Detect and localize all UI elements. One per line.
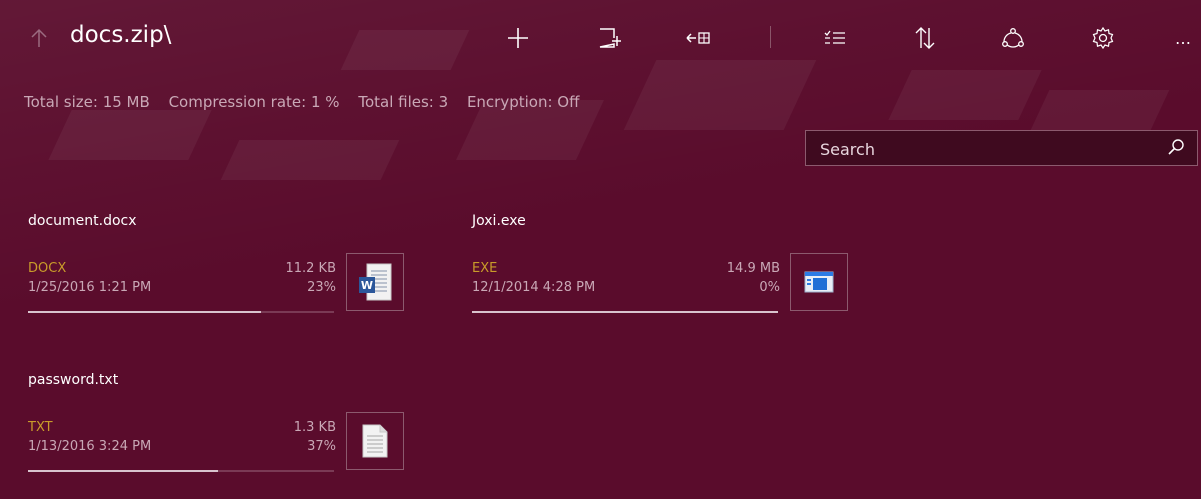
file-date: 12/1/2014 4:28 PM: [472, 280, 596, 295]
new-item-icon[interactable]: [594, 14, 624, 62]
file-progress-bar: [28, 470, 334, 472]
file-size: 1.3 KB: [293, 420, 336, 435]
share-icon[interactable]: [998, 14, 1028, 62]
word-document-icon: W: [346, 253, 404, 311]
file-name: document.docx: [28, 213, 137, 229]
select-all-icon[interactable]: [820, 14, 850, 62]
search-input[interactable]: [806, 131, 1152, 167]
background-shard: [1030, 90, 1170, 130]
file-type: TXT: [28, 420, 53, 435]
add-icon[interactable]: [503, 14, 533, 62]
sort-icon[interactable]: [910, 14, 940, 62]
file-compression-percent: 0%: [759, 280, 780, 295]
file-name: Joxi.exe: [472, 213, 526, 229]
toolbar: docs.zip\ …: [0, 0, 1201, 80]
archive-info: Total size: 15 MB Compression rate: 1 % …: [24, 93, 593, 111]
background-shard: [220, 140, 400, 180]
file-type: DOCX: [28, 261, 67, 276]
archive-title: docs.zip\: [70, 22, 172, 48]
total-files: Total files: 3: [358, 93, 449, 111]
file-compression-percent: 23%: [307, 280, 336, 295]
file-progress-bar: [472, 311, 778, 313]
application-icon: [790, 253, 848, 311]
total-size: Total size: 15 MB: [24, 93, 150, 111]
extract-icon[interactable]: [683, 14, 715, 62]
svg-text:W: W: [361, 279, 373, 292]
file-compression-percent: 37%: [307, 439, 336, 454]
up-arrow-icon[interactable]: [24, 14, 54, 62]
file-type: EXE: [472, 261, 498, 276]
search-icon[interactable]: [1165, 137, 1187, 159]
toolbar-separator: [770, 26, 771, 48]
file-progress-bar: [28, 311, 334, 313]
more-icon[interactable]: …: [1168, 14, 1198, 62]
search-box: [805, 130, 1198, 167]
file-item-joxi[interactable]: Joxi.exe EXE 12/1/2014 4:28 PM 14.9 MB 0…: [472, 213, 852, 323]
background-shard: [48, 110, 212, 160]
file-name: password.txt: [28, 372, 119, 388]
file-date: 1/25/2016 1:21 PM: [28, 280, 152, 295]
compression-rate: Compression rate: 1 %: [168, 93, 340, 111]
file-date: 1/13/2016 3:24 PM: [28, 439, 152, 454]
file-size: 11.2 KB: [285, 261, 336, 276]
file-item-password[interactable]: password.txt TXT 1/13/2016 3:24 PM 1.3 K…: [28, 372, 408, 482]
file-size: 14.9 MB: [726, 261, 780, 276]
text-file-icon: [346, 412, 404, 470]
encryption-status: Encryption: Off: [466, 93, 580, 111]
settings-icon[interactable]: [1088, 14, 1118, 62]
file-item-document[interactable]: document.docx DOCX 1/25/2016 1:21 PM 11.…: [28, 213, 408, 323]
